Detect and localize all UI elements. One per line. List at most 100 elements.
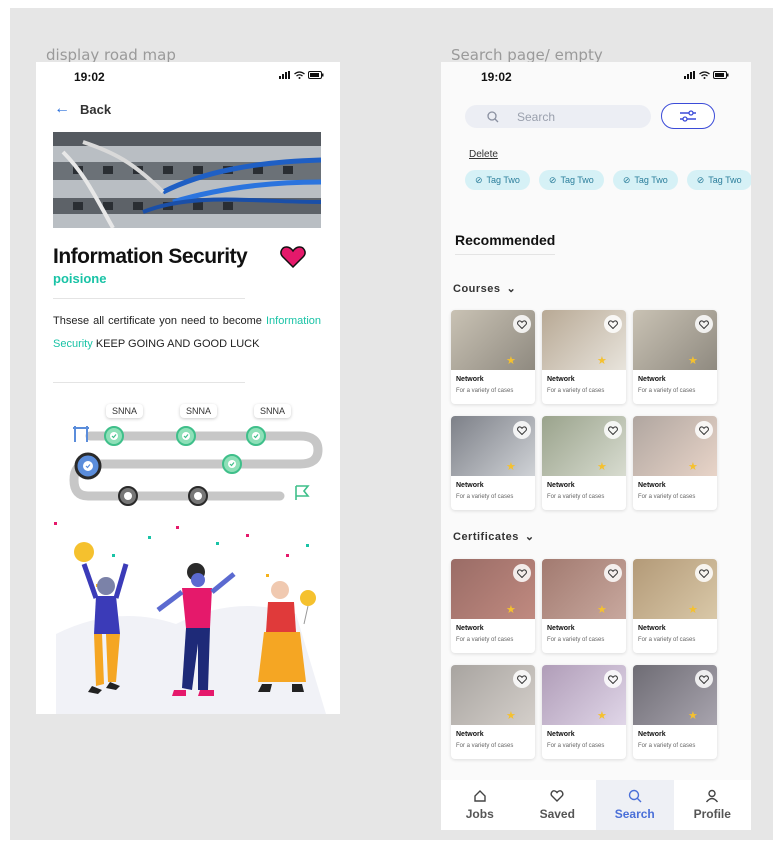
course-card[interactable]: ★ Network For a variety of cases bbox=[542, 665, 626, 759]
milestone-completed-icon[interactable] bbox=[104, 426, 124, 446]
status-time: 19:02 bbox=[74, 70, 105, 84]
card-subtitle: For a variety of cases bbox=[638, 637, 696, 643]
heart-icon[interactable] bbox=[513, 421, 531, 439]
tag-icon: ⊘ bbox=[622, 174, 631, 185]
nav-search[interactable]: Search bbox=[596, 780, 674, 830]
course-card[interactable]: ★ Network For a variety of cases bbox=[633, 559, 717, 653]
course-card[interactable]: ★ Network For a variety of cases bbox=[542, 416, 626, 510]
courses-section-header[interactable]: Courses ⌄ bbox=[453, 282, 517, 296]
card-subtitle: For a variety of cases bbox=[547, 637, 605, 643]
course-card[interactable]: ★ Network For a variety of cases bbox=[542, 559, 626, 653]
heart-icon[interactable] bbox=[695, 315, 713, 333]
course-card[interactable]: ★ Network For a variety of cases bbox=[451, 310, 535, 404]
heart-icon[interactable] bbox=[513, 315, 531, 333]
tag-chip[interactable]: ⊘ Tag Two bbox=[686, 170, 751, 190]
star-icon: ★ bbox=[597, 355, 607, 367]
battery-icon bbox=[713, 71, 729, 79]
tag-icon: ⊘ bbox=[548, 174, 557, 185]
course-card[interactable]: ★ Network For a variety of cases bbox=[633, 416, 717, 510]
milestone-completed-icon[interactable] bbox=[222, 454, 242, 474]
delete-link[interactable]: Delete bbox=[469, 149, 498, 160]
milestone-locked-icon[interactable] bbox=[188, 486, 208, 506]
milestone-locked-icon[interactable] bbox=[118, 486, 138, 506]
course-card[interactable]: ★ Network For a variety of cases bbox=[633, 665, 717, 759]
back-arrow-icon: ← bbox=[54, 100, 70, 117]
card-image: ★ bbox=[633, 416, 717, 476]
star-icon: ★ bbox=[506, 355, 516, 367]
heart-icon[interactable] bbox=[604, 315, 622, 333]
nav-label: Search bbox=[614, 807, 655, 821]
courses-label: Courses bbox=[453, 282, 501, 295]
status-time: 19:02 bbox=[481, 70, 512, 84]
card-subtitle: For a variety of cases bbox=[456, 388, 514, 394]
nav-saved[interactable]: Saved bbox=[519, 780, 597, 830]
back-label: Back bbox=[80, 101, 112, 117]
milestone-current-icon[interactable] bbox=[74, 452, 102, 480]
home-icon bbox=[474, 790, 486, 802]
certificates-section-header[interactable]: Certificates ⌄ bbox=[453, 530, 535, 544]
card-image: ★ bbox=[451, 559, 535, 619]
milestone-completed-icon[interactable] bbox=[176, 426, 196, 446]
heart-icon[interactable] bbox=[695, 421, 713, 439]
card-image: ★ bbox=[633, 559, 717, 619]
certificates-label: Certificates bbox=[453, 530, 519, 543]
courses-grid: ★ Network For a variety of cases ★ Network Fo… bbox=[451, 310, 717, 510]
heart-icon[interactable] bbox=[695, 670, 713, 688]
card-title: Network bbox=[456, 482, 484, 489]
page-subtitle: poisione bbox=[53, 271, 107, 286]
search-input[interactable]: Search bbox=[465, 105, 651, 128]
nav-label: Profile bbox=[693, 807, 731, 821]
filter-button[interactable] bbox=[661, 103, 715, 129]
tag-chip[interactable]: ⊘ Tag Two bbox=[538, 170, 604, 190]
user-icon bbox=[706, 789, 719, 803]
tag-label: Tag Two bbox=[634, 175, 668, 185]
tag-label: Tag Two bbox=[708, 175, 742, 185]
star-icon: ★ bbox=[688, 710, 698, 722]
heart-icon[interactable] bbox=[604, 564, 622, 582]
course-card[interactable]: ★ Network For a variety of cases bbox=[451, 559, 535, 653]
status-icons bbox=[684, 71, 729, 79]
divider bbox=[53, 298, 245, 299]
milestone-completed-icon[interactable] bbox=[246, 426, 266, 446]
nav-profile[interactable]: Profile bbox=[674, 780, 752, 830]
star-icon: ★ bbox=[597, 461, 607, 473]
tag-icon: ⊘ bbox=[475, 174, 483, 185]
course-card[interactable]: ★ Network For a variety of cases bbox=[633, 310, 717, 404]
heart-icon[interactable] bbox=[513, 564, 531, 582]
divider bbox=[53, 382, 245, 383]
favorite-heart-icon[interactable] bbox=[280, 246, 306, 273]
nav-label: Saved bbox=[539, 807, 575, 821]
card-subtitle: For a variety of cases bbox=[638, 388, 696, 394]
tag-list: ⊘ Tag Two ⊘ Tag Two ⊘ Tag Two ⊘ Tag Two bbox=[465, 170, 751, 190]
card-subtitle: For a variety of cases bbox=[456, 494, 514, 500]
hero-image-network-cables bbox=[53, 132, 321, 228]
course-card[interactable]: ★ Network For a variety of cases bbox=[451, 665, 535, 759]
roadmap-path: SNNA SNNA SNNA bbox=[50, 392, 330, 514]
divider bbox=[455, 254, 555, 255]
nav-jobs[interactable]: Jobs bbox=[441, 780, 519, 830]
heart-icon[interactable] bbox=[604, 421, 622, 439]
card-subtitle: For a variety of cases bbox=[638, 494, 696, 500]
course-card[interactable]: ★ Network For a variety of cases bbox=[542, 310, 626, 404]
back-button[interactable]: ← Back bbox=[54, 100, 111, 118]
star-icon: ★ bbox=[597, 710, 607, 722]
heart-icon[interactable] bbox=[695, 564, 713, 582]
card-title: Network bbox=[638, 625, 666, 632]
card-image: ★ bbox=[451, 310, 535, 370]
tag-chip[interactable]: ⊘ Tag Two bbox=[465, 170, 530, 190]
chevron-down-icon: ⌄ bbox=[506, 283, 517, 295]
card-image: ★ bbox=[542, 310, 626, 370]
card-subtitle: For a variety of cases bbox=[547, 743, 605, 749]
card-image: ★ bbox=[451, 416, 535, 476]
battery-icon bbox=[308, 71, 324, 79]
course-card[interactable]: ★ Network For a variety of cases bbox=[451, 416, 535, 510]
card-title: Network bbox=[456, 376, 484, 383]
tag-chip[interactable]: ⊘ Tag Two bbox=[612, 170, 678, 190]
signal-icon bbox=[684, 71, 695, 79]
heart-icon[interactable] bbox=[604, 670, 622, 688]
bottom-navigation: Jobs Saved Search Profile bbox=[441, 780, 751, 830]
card-image: ★ bbox=[542, 416, 626, 476]
card-image: ★ bbox=[633, 665, 717, 725]
card-image: ★ bbox=[451, 665, 535, 725]
heart-icon[interactable] bbox=[513, 670, 531, 688]
